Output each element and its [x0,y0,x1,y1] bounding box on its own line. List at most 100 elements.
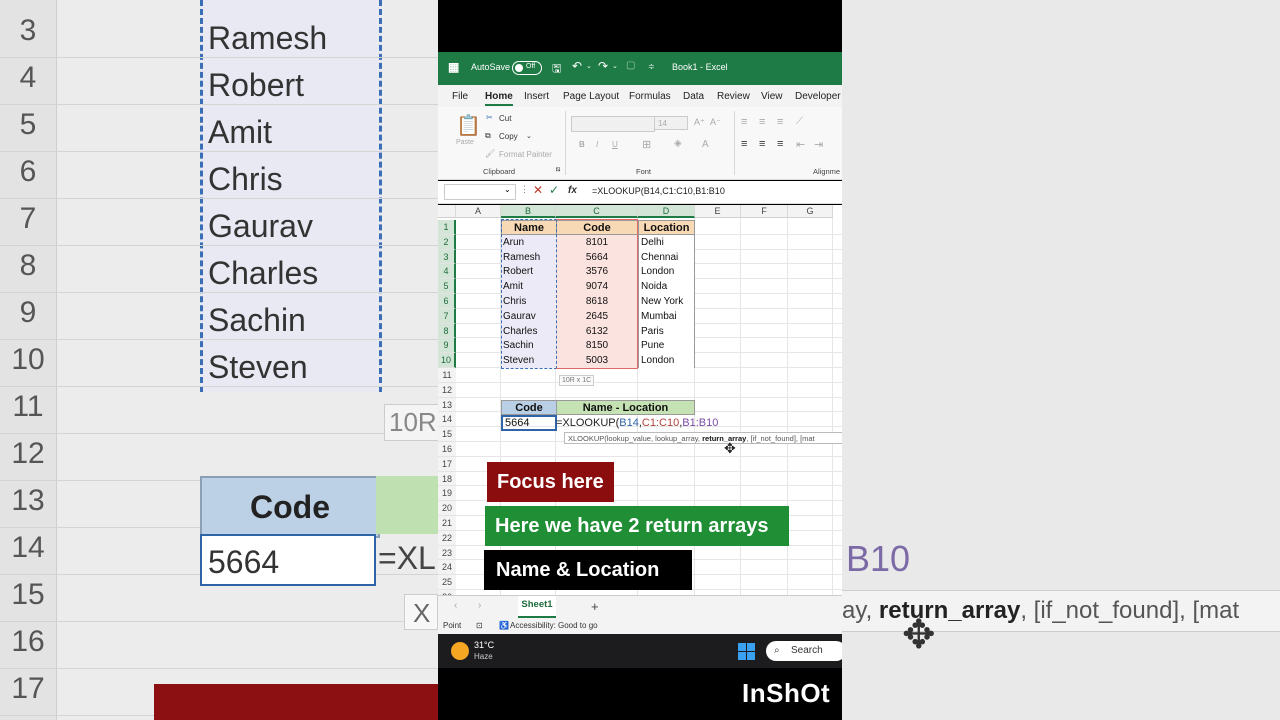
undo-icon[interactable]: ↶ [572,59,582,73]
row-header-3[interactable]: 3 [438,249,456,265]
location-cell[interactable]: London [638,353,695,369]
row-header-9[interactable]: 9 [438,338,456,354]
location-cell[interactable]: Noida [638,279,695,295]
paste-icon[interactable]: 📋 [456,113,481,138]
row-header-22[interactable]: 22 [438,530,456,546]
paste-button[interactable]: Paste [456,139,474,146]
row-header-16[interactable]: 16 [438,442,456,457]
align-right-icon[interactable]: ≡ [777,138,783,150]
location-cell[interactable]: Chennai [638,249,695,265]
new-file-icon[interactable]: ▢ [626,60,635,71]
row-header-14[interactable]: 14 [438,412,456,428]
tab-formulas[interactable]: Formulas [629,91,671,102]
font-size-box[interactable]: 14 [654,116,688,130]
weather-temp[interactable]: 31°C [474,640,494,650]
row-header-1[interactable]: 1 [438,220,456,235]
row-header-7[interactable]: 7 [438,308,456,324]
accessibility-icon[interactable]: ♿ [499,618,509,634]
cut-icon[interactable]: ✂ [486,113,493,122]
prev-sheet-icon[interactable]: ‹ [454,600,457,611]
row-header-24[interactable]: 24 [438,560,456,576]
row-header-17[interactable]: 17 [438,456,456,472]
table-header-location[interactable]: Location [638,220,695,235]
row-header-11[interactable]: 11 [438,368,456,383]
row-header-12[interactable]: 12 [438,382,456,398]
location-cell[interactable]: Mumbai [638,308,695,324]
align-bottom-icon[interactable]: ≡ [777,116,783,128]
format-painter-icon[interactable]: 🖌 [485,149,495,158]
accessibility-status[interactable]: Accessibility: Good to go [510,618,598,634]
tab-home[interactable]: Home [485,91,513,106]
outdent-icon[interactable]: ⇥ [814,138,823,151]
windows-start-icon[interactable] [738,643,755,660]
formula-input[interactable]: =XLOOKUP(B14,C1:C10,B1:B10 [592,186,725,196]
underline-icon[interactable]: U [612,140,618,149]
enter-icon[interactable]: ✓ [549,183,559,197]
copy-button[interactable]: Copy [499,132,518,141]
select-all-corner[interactable] [438,205,456,218]
row-header-4[interactable]: 4 [438,264,456,280]
redo-dropdown-icon[interactable]: ⌄ [612,62,618,70]
location-cell[interactable]: New York [638,294,695,309]
column-header-c[interactable]: C [556,205,638,218]
borders-icon[interactable]: ⊞ [642,138,651,151]
font-color-icon[interactable]: A [702,139,709,150]
italic-icon[interactable]: I [596,140,598,149]
copy-dropdown-icon[interactable]: ⌄ [526,132,532,140]
tab-developer[interactable]: Developer [795,91,841,102]
column-header-f[interactable]: F [741,205,788,218]
column-header-g[interactable]: G [788,205,833,218]
autosave-toggle[interactable]: Off [512,61,542,75]
cancel-icon[interactable]: ✕ [533,183,543,197]
row-header-15[interactable]: 15 [438,427,456,442]
name-box-dropdown-icon[interactable]: ⌄ [504,185,511,194]
tab-page-layout[interactable]: Page Layout [563,91,619,102]
tab-file[interactable]: File [452,91,468,102]
worksheet-grid[interactable]: ABCDEFG 1 2 3 4 5 6 7 8 9 10 11 12 13 14 15 16 17 18 19 20 2… [438,205,842,595]
row-header-19[interactable]: 19 [438,486,456,502]
location-cell[interactable]: Pune [638,338,695,354]
function-argument-tooltip[interactable]: XLOOKUP(lookup_value, lookup_array, retu… [564,432,842,444]
row-header-2[interactable]: 2 [438,234,456,250]
format-painter-button[interactable]: Format Painter [499,150,552,159]
column-header-d[interactable]: D [638,205,695,218]
row-header-13[interactable]: 13 [438,397,456,413]
taskbar-search[interactable]: ⌕ Search [766,641,842,661]
tab-view[interactable]: View [761,91,783,102]
weather-condition[interactable]: Haze [474,652,493,661]
row-header-21[interactable]: 21 [438,516,456,531]
add-sheet-button[interactable]: + [591,599,599,614]
insert-function-icon[interactable]: fx [568,185,577,196]
indent-icon[interactable]: ⇤ [796,138,805,151]
tab-review[interactable]: Review [717,91,750,102]
orientation-icon[interactable]: ⟋ [796,116,803,127]
save-icon[interactable]: 🖫 [552,60,561,79]
lookup-code-cell[interactable]: 5664 [501,415,557,431]
grow-font-icon[interactable]: A⁺ [694,117,705,128]
font-name-box[interactable] [571,116,655,132]
align-center-icon[interactable]: ≡ [759,138,765,150]
bold-icon[interactable]: B [579,140,585,149]
customize-toolbar-icon[interactable]: ≑ [648,62,655,71]
undo-dropdown-icon[interactable]: ⌄ [586,62,592,70]
align-middle-icon[interactable]: ≡ [759,116,765,128]
lookup-result-header[interactable]: Name - Location [556,400,695,415]
location-cell[interactable]: London [638,264,695,280]
sheet-tab-sheet1[interactable]: Sheet1 [518,596,556,618]
align-top-icon[interactable]: ≡ [741,116,747,128]
row-header-5[interactable]: 5 [438,279,456,294]
clipboard-launcher-icon[interactable]: ⧅ [556,166,560,174]
row-header-10[interactable]: 10 [438,353,456,368]
active-formula-cell[interactable]: =XLOOKUP(B14,C1:C10,B1:B10 [556,415,718,431]
location-cell[interactable]: Paris [638,323,695,339]
lookup-code-header[interactable]: Code [501,400,557,415]
redo-icon[interactable]: ↷ [598,59,608,73]
fill-color-icon[interactable]: ◈ [674,138,682,149]
column-header-b[interactable]: B [501,205,556,218]
macro-record-icon[interactable]: ⊡ [476,618,483,634]
row-header-18[interactable]: 18 [438,471,456,487]
cut-button[interactable]: Cut [499,114,511,123]
row-header-8[interactable]: 8 [438,323,456,339]
location-cell[interactable]: Delhi [638,234,695,250]
shrink-font-icon[interactable]: A⁻ [710,117,721,128]
